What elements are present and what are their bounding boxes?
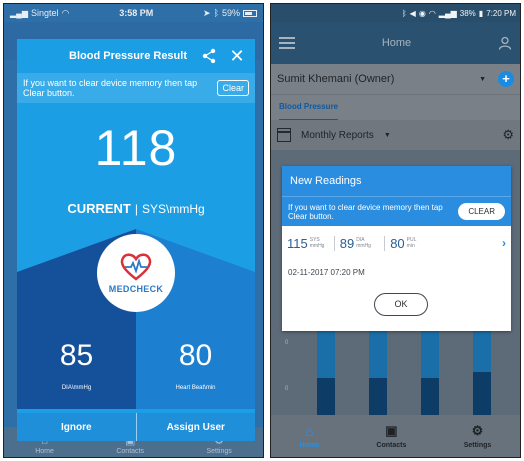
tab-blood-pressure[interactable]: Blood Pressure xyxy=(279,95,339,121)
bottom-nav-home[interactable]: ⌂ Home xyxy=(300,424,319,449)
clear-memory-notice: If you want to clear device memory then … xyxy=(17,73,255,103)
reading-values-row[interactable]: 115 SYS mmHg 89 DIA mmHg 80 PUL min › xyxy=(282,230,511,256)
systolic-value: 118 xyxy=(94,120,178,176)
heart-pulse-icon xyxy=(120,253,152,281)
menu-icon[interactable] xyxy=(279,37,295,49)
mute-icon: ◀ xyxy=(409,8,416,18)
location-icon: ➤ xyxy=(203,7,211,18)
right-phone-screen: ᛒ ◀ ◉ ◠ ▂▄▆ 38% ▮ 7:20 PM Home Sumit Khe… xyxy=(270,3,521,458)
pul-value: 80 xyxy=(390,235,405,251)
chevron-down-icon[interactable]: ▼ xyxy=(479,76,486,83)
blood-pressure-result-modal: Blood Pressure Result ✕ If you want to c… xyxy=(17,39,255,441)
signal-icon: ▂▄▆ Singtel ◠ xyxy=(10,7,70,19)
sys-unit: SYS mmHg xyxy=(309,237,325,249)
modal-title: Blood Pressure Result xyxy=(69,50,187,62)
share-icon[interactable] xyxy=(201,48,217,64)
chart-tick: 0 xyxy=(285,340,289,346)
gear-icon[interactable]: ⚙ xyxy=(502,127,514,143)
signal-icon: ▂▄▆ xyxy=(438,8,457,18)
user-name: Sumit Khemani (Owner) xyxy=(277,73,395,85)
status-time: 3:58 PM xyxy=(119,8,154,18)
assign-user-button[interactable]: Assign User xyxy=(135,413,255,441)
current-unit-row: CURRENT | SYS\mmHg xyxy=(67,201,205,216)
ok-button[interactable]: OK xyxy=(374,293,428,316)
heart-rate-reading: 80 Heart Beat\min xyxy=(136,339,255,391)
diastolic-reading: 85 DIA\mmHg xyxy=(17,339,136,391)
clear-button[interactable]: CLEAR xyxy=(458,203,505,220)
dialog-title: New Readings xyxy=(282,166,511,196)
screenshot-stage: ▂▄▆ Singtel ◠ 3:58 PM ➤ ᛒ 59% ⌂ Home ▣ C… xyxy=(0,0,524,461)
user-icon[interactable] xyxy=(498,36,512,50)
contacts-icon: ▣ xyxy=(385,423,398,438)
left-phone-screen: ▂▄▆ Singtel ◠ 3:58 PM ➤ ᛒ 59% ⌂ Home ▣ C… xyxy=(3,3,264,458)
report-dropdown[interactable]: Monthly Reports xyxy=(301,130,374,141)
pul-unit: PUL min xyxy=(406,237,417,249)
wifi-icon: ◠ xyxy=(428,8,436,18)
diastolic-label: DIA\mmHg xyxy=(61,385,92,391)
sys-value: 115 xyxy=(287,235,308,251)
reading-date: 02-11-2017 07:20 PM xyxy=(288,268,365,277)
chevron-right-icon[interactable]: › xyxy=(502,236,506,250)
top-navbar: Home xyxy=(271,22,520,64)
notice-text: If you want to clear device memory then … xyxy=(288,202,443,221)
alarm-icon: ◉ xyxy=(418,8,426,18)
battery-icon xyxy=(242,9,257,17)
clear-button[interactable]: Clear xyxy=(217,80,249,96)
diastolic-value: 85 xyxy=(59,339,94,372)
medcheck-logo: MEDCHECK xyxy=(97,234,175,312)
heart-rate-label: Heart Beat\min xyxy=(175,385,216,391)
gear-icon: ⚙ xyxy=(471,423,484,438)
calendar-icon xyxy=(277,128,291,142)
nav-title: Home xyxy=(381,37,412,49)
report-selector-row: Monthly Reports ▼ ⚙ xyxy=(271,120,520,150)
new-readings-dialog: New Readings If you want to clear device… xyxy=(282,166,511,331)
unit-label: SYS\mmHg xyxy=(142,202,205,216)
notice-text: If you want to clear device memory then … xyxy=(23,78,198,98)
battery-percent: 38% xyxy=(459,8,476,18)
modal-action-row: Ignore Assign User xyxy=(17,413,255,441)
home-icon: ⌂ xyxy=(305,423,314,439)
carrier-label: Singtel xyxy=(30,8,59,18)
dia-unit: DIA mmHg xyxy=(356,237,371,249)
chevron-down-icon[interactable]: ▼ xyxy=(384,132,391,139)
battery-percent: 59% xyxy=(221,8,240,18)
wifi-icon: ◠ xyxy=(61,7,70,18)
status-time: 7:20 PM xyxy=(486,8,516,18)
tab-bar: Blood Pressure xyxy=(271,94,520,121)
pul-reading: 80 PUL min xyxy=(384,235,426,251)
battery-icon: ▮ xyxy=(478,8,484,18)
dia-value: 89 xyxy=(339,235,355,251)
sys-reading: 115 SYS mmHg xyxy=(287,236,334,251)
logo-text: MEDCHECK xyxy=(108,283,164,294)
heart-rate-value: 80 xyxy=(178,339,213,372)
dia-reading: 89 DIA mmHg xyxy=(333,235,384,251)
modal-header: Blood Pressure Result ✕ xyxy=(17,39,255,73)
user-selector[interactable]: Sumit Khemani (Owner) ▼ + xyxy=(271,64,520,94)
ignore-button[interactable]: Ignore xyxy=(17,413,136,441)
bluetooth-icon: ᛒ xyxy=(213,8,219,18)
add-user-button[interactable]: + xyxy=(498,71,514,87)
bottom-nav: ⌂ Home ▣ Contacts ⚙ Settings xyxy=(271,415,520,457)
clear-memory-notice: If you want to clear device memory then … xyxy=(282,196,511,226)
close-icon[interactable]: ✕ xyxy=(229,47,245,65)
bluetooth-icon: ᛒ xyxy=(401,8,407,18)
status-bar: ᛒ ◀ ◉ ◠ ▂▄▆ 38% ▮ 7:20 PM xyxy=(271,4,520,22)
bottom-nav-settings[interactable]: ⚙ Settings xyxy=(464,423,492,449)
chart-tick: 0 xyxy=(285,386,289,392)
bottom-nav-contacts[interactable]: ▣ Contacts xyxy=(376,423,406,449)
status-bar: ▂▄▆ Singtel ◠ 3:58 PM ➤ ᛒ 59% xyxy=(4,4,263,22)
current-label: CURRENT xyxy=(67,201,131,216)
